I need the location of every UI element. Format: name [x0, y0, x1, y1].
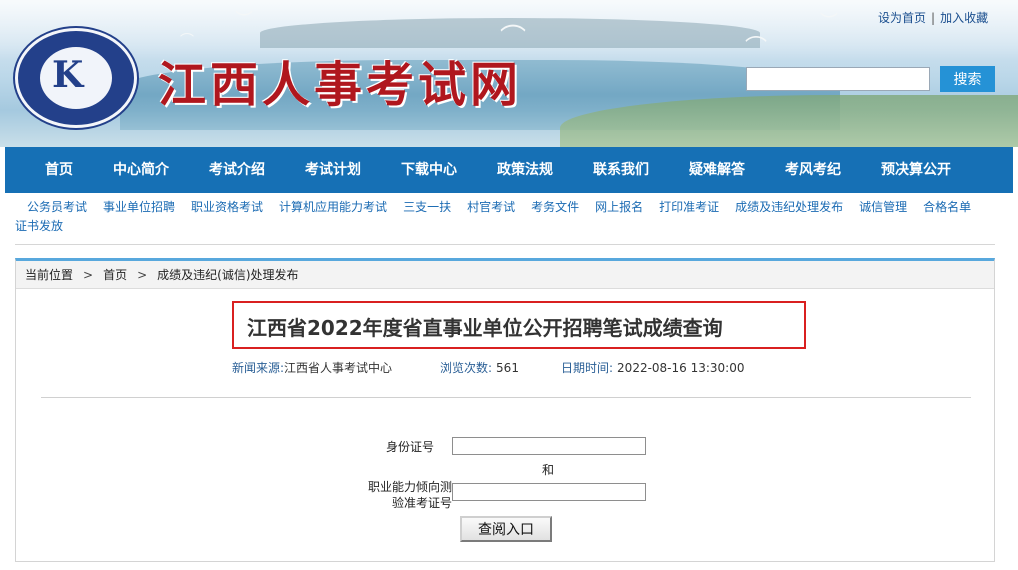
sub-nav-results-discipline[interactable]: 成绩及违纪处理发布	[735, 200, 843, 214]
sub-nav-computer-skills[interactable]: 计算机应用能力考试	[279, 200, 387, 214]
meta-source: 新闻来源:江西省人事考试中心	[232, 359, 392, 376]
meta-date: 日期时间: 2022-08-16 13:30:00	[561, 359, 745, 376]
main-nav: 首页 中心简介 考试介绍 考试计划 下载中心 政策法规 联系我们 疑难解答 考风…	[5, 147, 1013, 193]
sub-nav-sanzhi-yifu[interactable]: 三支一扶	[403, 200, 451, 214]
sub-nav: 公务员考试 事业单位招聘 职业资格考试 计算机应用能力考试 三支一扶 村官考试 考务文件 网上…	[15, 198, 1000, 236]
sub-nav-public-institution[interactable]: 事业单位招聘	[103, 200, 175, 214]
meta-source-label: 新闻来源:	[232, 361, 285, 375]
meta-views-label: 浏览次数:	[440, 361, 493, 375]
breadcrumb-current[interactable]: 成绩及违纪(诚信)处理发布	[157, 268, 298, 282]
site-title: 江西人事考试网	[158, 57, 523, 113]
sub-nav-print-admission[interactable]: 打印准考证	[659, 200, 719, 214]
ticket-number-label-line2: 验准考证号	[391, 496, 452, 510]
top-links: 设为首页 | 加入收藏	[878, 9, 988, 26]
meta-views: 浏览次数: 561	[440, 359, 519, 376]
article-title-highlight: 江西省2022年度省直事业单位公开招聘笔试成绩查询	[232, 301, 806, 349]
sub-nav-divider	[15, 244, 995, 245]
site-logo[interactable]: K	[15, 28, 137, 128]
sub-nav-integrity[interactable]: 诚信管理	[859, 200, 907, 214]
sub-nav-qualified-list[interactable]: 合格名单	[923, 200, 971, 214]
top-links-separator: |	[931, 11, 936, 25]
nav-item-downloads[interactable]: 下载中心	[401, 147, 457, 193]
bird-icon: ︶	[235, 10, 253, 31]
nav-item-policies[interactable]: 政策法规	[497, 147, 553, 193]
nav-item-discipline[interactable]: 考风考纪	[785, 147, 841, 193]
set-home-link[interactable]: 设为首页	[878, 11, 926, 25]
sub-nav-civil-service[interactable]: 公务员考试	[27, 200, 87, 214]
sub-nav-online-registration[interactable]: 网上报名	[595, 200, 643, 214]
breadcrumb-arrow: >	[83, 268, 94, 282]
search-button[interactable]: 搜索	[940, 66, 995, 92]
nav-item-exam-plan[interactable]: 考试计划	[305, 147, 361, 193]
bird-icon: ⌒	[745, 36, 768, 61]
sub-nav-exam-documents[interactable]: 考务文件	[531, 200, 579, 214]
ticket-number-label: 职业能力倾向测 验准考证号	[356, 479, 452, 511]
query-submit-button[interactable]: 查阅入口	[460, 516, 552, 542]
breadcrumb-home-link[interactable]: 首页	[103, 268, 127, 282]
sub-nav-qualification[interactable]: 职业资格考试	[191, 200, 263, 214]
and-label: 和	[542, 463, 555, 477]
nav-item-home[interactable]: 首页	[45, 147, 73, 193]
breadcrumb-label: 当前位置	[25, 268, 74, 282]
article-title: 江西省2022年度省直事业单位公开招聘笔试成绩查询	[247, 316, 723, 340]
id-number-input[interactable]	[452, 437, 646, 455]
nav-item-exam-intro[interactable]: 考试介绍	[209, 147, 265, 193]
meta-source-value: 江西省人事考试中心	[284, 361, 393, 375]
meta-date-label: 日期时间:	[561, 361, 614, 375]
nav-item-contact[interactable]: 联系我们	[593, 147, 649, 193]
sub-nav-certificates[interactable]: 证书发放	[15, 219, 63, 233]
meta-views-value: 561	[496, 361, 519, 375]
meta-date-value: 2022-08-16 13:30:00	[617, 361, 745, 375]
bird-icon: ︶	[820, 12, 838, 33]
nav-item-budget[interactable]: 预决算公开	[881, 147, 951, 193]
add-favorite-link[interactable]: 加入收藏	[940, 11, 988, 25]
nav-item-about[interactable]: 中心简介	[113, 147, 169, 193]
ticket-number-input[interactable]	[452, 483, 646, 501]
logo-emblem-icon: K	[52, 54, 84, 96]
content-panel: 当前位置 > 首页 > 成绩及违纪(诚信)处理发布 江西省2022年度省直事业单位公开招…	[15, 258, 995, 562]
search-input[interactable]	[746, 67, 930, 91]
content-divider	[41, 397, 971, 398]
nav-item-faq[interactable]: 疑难解答	[689, 147, 745, 193]
breadcrumb: 当前位置 > 首页 > 成绩及违纪(诚信)处理发布	[16, 261, 994, 289]
id-number-label: 身份证号	[385, 440, 434, 454]
ticket-number-label-line1: 职业能力倾向测	[367, 480, 452, 494]
breadcrumb-arrow: >	[137, 268, 148, 282]
sub-nav-village-official[interactable]: 村官考试	[467, 200, 515, 214]
